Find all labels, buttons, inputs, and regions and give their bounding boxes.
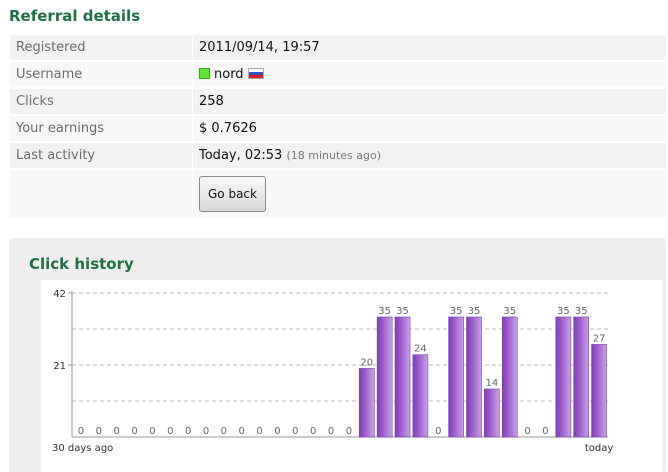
detail-row-clicks: Clicks 258	[10, 89, 666, 114]
detail-value: $ 0.7626	[193, 116, 666, 141]
bar	[358, 368, 375, 438]
bar-value-label: 35	[557, 306, 570, 317]
bar	[448, 316, 464, 438]
bar	[394, 316, 411, 438]
detail-label: Username	[10, 62, 192, 87]
last-activity-value: Today, 02:53	[199, 148, 283, 163]
x-label-end: today	[585, 443, 614, 454]
detail-row-last-activity: Last activity Today, 02:53 (18 minutes a…	[10, 143, 666, 168]
bar-value-label: 0	[256, 426, 262, 437]
click-history-title: Click history	[29, 255, 134, 273]
bar-value-label: 0	[113, 426, 119, 437]
username-value: nord	[214, 67, 244, 82]
bar-value-label: 24	[414, 344, 427, 355]
bar-value-label: 35	[503, 306, 516, 317]
detail-row-username: Username nord	[10, 62, 666, 87]
detail-value: 2011/09/14, 19:57	[193, 35, 666, 60]
detail-label: Last activity	[10, 143, 192, 168]
detail-row-earnings: Your earnings $ 0.7626	[10, 116, 666, 141]
bar-value-label: 35	[575, 306, 588, 317]
bar-value-label: 0	[292, 426, 298, 437]
y-tick-label: 21	[53, 361, 66, 372]
bar-value-label: 0	[167, 426, 173, 437]
russia-flag-icon	[247, 68, 264, 79]
detail-row-registered: Registered 2011/09/14, 19:57	[10, 35, 666, 60]
bar-value-label: 0	[274, 426, 280, 437]
bar-value-label: 0	[203, 426, 209, 437]
online-status-icon	[199, 68, 210, 79]
bar-value-label: 0	[149, 426, 155, 437]
bar-value-label: 0	[221, 426, 227, 437]
bar	[484, 388, 500, 438]
bar-value-label: 0	[328, 426, 334, 437]
detail-row-actions: Go back	[10, 170, 666, 218]
bar	[466, 316, 482, 438]
bar-value-label: 35	[396, 306, 409, 317]
bar-value-label: 0	[310, 426, 316, 437]
bar-value-label: 0	[524, 426, 530, 437]
detail-label: Your earnings	[10, 116, 192, 141]
detail-value: 258	[193, 89, 666, 114]
click-history-chart: 21 42 0 0 0 0 0 0 0 0 0 0 0 0 0 0 0 0 20 35 35 24 0 35 35 14 35 0 0 3…	[41, 280, 662, 472]
referral-details-table: Registered 2011/09/14, 19:57 Username no…	[10, 33, 666, 220]
x-label-start: 30 days ago	[52, 443, 113, 454]
bar-value-label: 20	[360, 357, 373, 368]
bar-value-label: 0	[239, 426, 245, 437]
bar	[591, 344, 607, 438]
bar-value-label: 0	[185, 426, 191, 437]
bar-value-label: 35	[450, 306, 463, 317]
bar-value-label: 0	[435, 426, 441, 437]
bar-value-label: 0	[346, 426, 352, 437]
bar-value-label: 0	[96, 426, 102, 437]
bar-value-label: 0	[78, 426, 84, 437]
bar	[555, 316, 572, 438]
bar	[412, 354, 429, 438]
go-back-button[interactable]: Go back	[199, 176, 266, 212]
bar-value-label: 27	[593, 333, 606, 344]
bar-value-label: 0	[131, 426, 137, 437]
y-tick-label: 42	[53, 289, 66, 300]
bar	[573, 316, 590, 438]
bar	[376, 316, 393, 438]
bar-value-label: 14	[485, 378, 498, 389]
bar-value-label: 35	[378, 306, 391, 317]
detail-label: Clicks	[10, 89, 192, 114]
referral-details-title: Referral details	[9, 7, 141, 25]
detail-label: Registered	[10, 35, 192, 60]
click-history-chart-svg: 21420 0 0 0 0 0 0 0 0 0 0 0 0 0 0 02035 3524035 3514350 03…	[52, 289, 614, 454]
bar	[501, 316, 518, 438]
bar-value-label: 0	[542, 426, 548, 437]
last-activity-note: (18 minutes ago)	[286, 149, 382, 162]
bar-value-label: 35	[468, 306, 481, 317]
